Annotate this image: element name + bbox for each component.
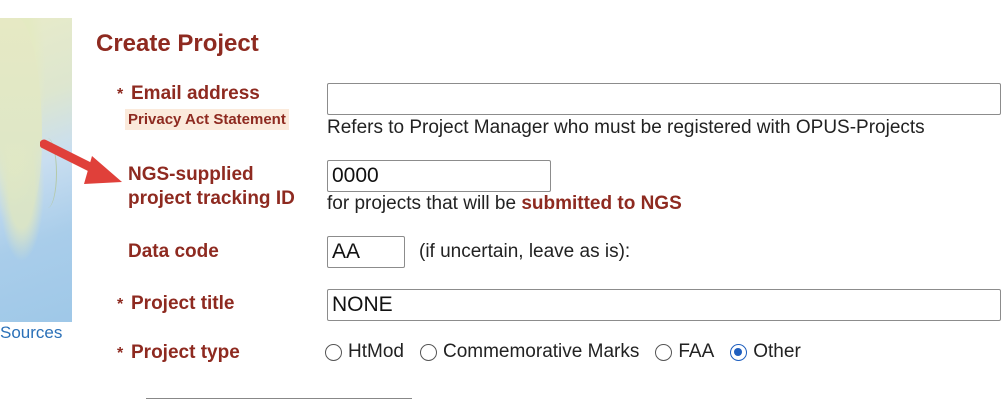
radio-label: HtMod bbox=[348, 341, 404, 362]
email-field[interactable] bbox=[327, 83, 1001, 115]
required-marker: * bbox=[117, 296, 124, 313]
tracking-id-field[interactable] bbox=[327, 160, 551, 192]
radio-button[interactable] bbox=[655, 343, 673, 361]
project-type-label: Project type bbox=[131, 342, 240, 363]
map-land bbox=[0, 18, 42, 218]
project-title-label: Project title bbox=[131, 293, 235, 314]
cut-off-field-border bbox=[146, 398, 412, 403]
radio-button[interactable] bbox=[419, 343, 437, 361]
radio-option-faa[interactable]: FAA bbox=[655, 341, 714, 363]
radio-option-other[interactable]: Other bbox=[730, 341, 801, 363]
project-title-field[interactable] bbox=[327, 289, 1001, 321]
radio-button-selected[interactable] bbox=[730, 343, 748, 361]
tracking-help-emphasis: submitted to NGS bbox=[521, 193, 682, 214]
radio-option-htmod[interactable]: HtMod bbox=[325, 341, 404, 363]
radio-label: FAA bbox=[678, 341, 715, 362]
project-type-radio-group: HtMod Commemorative Marks FAA Other bbox=[325, 341, 817, 363]
tracking-label-line2: project tracking ID bbox=[128, 188, 295, 209]
tracking-help-text: for projects that will be submitted to N… bbox=[327, 193, 682, 215]
email-help-text: Refers to Project Manager who must be re… bbox=[327, 117, 925, 138]
privacy-act-link[interactable]: Privacy Act Statement bbox=[125, 109, 289, 130]
required-marker: * bbox=[117, 86, 124, 103]
tracking-label-line1: NGS-supplied bbox=[128, 164, 254, 185]
page-title: Create Project bbox=[96, 30, 259, 57]
email-label: Email address bbox=[131, 83, 260, 104]
data-code-label: Data code bbox=[128, 241, 219, 262]
radio-option-commemorative-marks[interactable]: Commemorative Marks bbox=[419, 341, 640, 363]
data-code-field[interactable] bbox=[327, 236, 405, 268]
tracking-help-prefix: for projects that will be bbox=[327, 193, 517, 214]
radio-label: Commemorative Marks bbox=[442, 341, 640, 362]
radio-button[interactable] bbox=[325, 343, 342, 361]
radio-label: Other bbox=[753, 341, 801, 362]
map-sources-link[interactable]: Sources bbox=[0, 323, 62, 343]
required-marker: * bbox=[117, 345, 124, 362]
red-arrow-icon bbox=[40, 139, 122, 184]
data-code-help-text: (if uncertain, leave as is): bbox=[419, 241, 631, 262]
